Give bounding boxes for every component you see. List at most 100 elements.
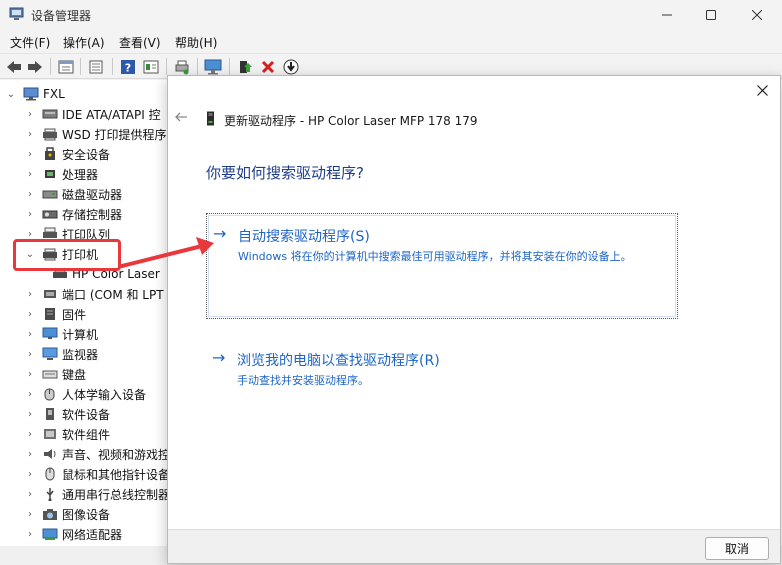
- tree-item-label: 处理器: [62, 167, 99, 182]
- cancel-button[interactable]: 取消: [705, 537, 769, 560]
- chevron-right-icon[interactable]: ›: [24, 469, 36, 480]
- tree-item[interactable]: › 键盘: [24, 364, 86, 384]
- update-driver-button[interactable]: [235, 57, 255, 76]
- processor-icon: [45, 170, 55, 178]
- tree-item[interactable]: › 处理器: [24, 164, 98, 184]
- disable-button[interactable]: [281, 57, 301, 76]
- chevron-right-icon[interactable]: ›: [24, 489, 36, 500]
- help-button[interactable]: ?: [118, 57, 138, 76]
- back-button[interactable]: [4, 57, 24, 76]
- scan-hardware-button[interactable]: [172, 57, 192, 76]
- tree-item[interactable]: › 计算机: [24, 324, 98, 344]
- tree-item[interactable]: › WSD 打印提供程序: [24, 124, 167, 144]
- uninstall-icon: [261, 60, 275, 73]
- chevron-right-icon[interactable]: ›: [24, 189, 36, 200]
- maximize-button[interactable]: [688, 0, 734, 30]
- menu-view[interactable]: 查看(V): [119, 34, 161, 51]
- svg-text:?: ?: [125, 61, 131, 74]
- firmware-icon: [45, 308, 55, 320]
- monitor-icon: [42, 347, 58, 360]
- tree-item[interactable]: › 声音、视频和游戏控: [24, 444, 170, 464]
- back-arrow-icon: [175, 112, 187, 122]
- computer-root-icon: [23, 87, 39, 101]
- title-bar: 设备管理器: [0, 0, 782, 30]
- tree-item[interactable]: › 软件设备: [24, 404, 110, 424]
- dialog-back-button[interactable]: [174, 110, 190, 126]
- minimize-button[interactable]: [644, 0, 690, 30]
- browse-description: 手动查找并安装驱动程序。: [237, 374, 369, 387]
- usb-icon: [46, 488, 54, 501]
- tree-item[interactable]: › 人体学输入设备: [24, 384, 146, 404]
- tree-item[interactable]: › 存储控制器: [24, 204, 122, 224]
- network-adapter-icon: [42, 528, 58, 540]
- tree-item-label: 图像设备: [62, 507, 111, 522]
- chevron-down-icon[interactable]: ⌄: [5, 89, 17, 100]
- menu-help[interactable]: 帮助(H): [175, 34, 217, 51]
- hid-icon: [44, 388, 55, 401]
- camera-icon: [43, 509, 57, 520]
- tree-item[interactable]: › 端口 (COM 和 LPT: [24, 284, 164, 304]
- security-device-icon: [45, 147, 55, 160]
- wsd-printer-icon: [43, 128, 57, 141]
- chevron-right-icon[interactable]: ›: [24, 349, 36, 360]
- close-button[interactable]: [734, 0, 780, 30]
- tree-item-label: 计算机: [62, 327, 99, 342]
- chevron-right-icon[interactable]: ›: [24, 129, 36, 140]
- tree-item-label: WSD 打印提供程序: [62, 127, 167, 142]
- tree-item[interactable]: › IDE ATA/ATAPI 控: [24, 104, 161, 124]
- chevron-right-icon[interactable]: ›: [24, 509, 36, 520]
- maximize-icon: [706, 10, 716, 20]
- chevron-right-icon[interactable]: ›: [24, 409, 36, 420]
- details-button[interactable]: [141, 57, 161, 76]
- chevron-right-icon[interactable]: ›: [24, 209, 36, 220]
- chevron-right-icon[interactable]: ›: [24, 389, 36, 400]
- auto-search-option[interactable]: → 自动搜索驱动程序(S) Windows 将在你的计算机中搜索最佳可用驱动程序…: [206, 213, 678, 319]
- arrow-right-icon: →: [212, 348, 226, 367]
- tree-item[interactable]: › 图像设备: [24, 504, 110, 524]
- tree-item[interactable]: › 固件: [24, 304, 86, 324]
- chevron-right-icon[interactable]: ›: [24, 369, 36, 380]
- browse-title: 浏览我的电脑以查找驱动程序(R): [237, 353, 440, 369]
- chevron-right-icon[interactable]: ›: [24, 449, 36, 460]
- dialog-close-button[interactable]: [754, 82, 770, 98]
- tree-item-label: 键盘: [62, 367, 87, 382]
- tree-root[interactable]: ⌄ FXL: [5, 84, 65, 104]
- forward-button[interactable]: [25, 57, 45, 76]
- tree-item[interactable]: › 安全设备: [24, 144, 110, 164]
- chevron-right-icon[interactable]: ›: [24, 329, 36, 340]
- menu-action[interactable]: 操作(A): [63, 34, 105, 51]
- chevron-right-icon[interactable]: ›: [24, 229, 36, 240]
- tree-item-label: IDE ATA/ATAPI 控: [62, 107, 161, 122]
- tree-item[interactable]: › 软件组件: [24, 424, 110, 444]
- disable-icon: [283, 59, 299, 74]
- details-icon: [143, 60, 159, 73]
- tree-item[interactable]: › 通用串行总线控制器: [24, 484, 170, 504]
- chevron-right-icon[interactable]: ›: [24, 109, 36, 120]
- tree-item-label: 软件组件: [62, 427, 111, 442]
- printer-highlight-annotation: [13, 239, 121, 271]
- tree-item[interactable]: › 鼠标和其他指针设备: [24, 464, 170, 484]
- device-icon: [207, 111, 214, 126]
- tree-root-label: FXL: [43, 87, 65, 101]
- device-manager-icon: [9, 7, 24, 20]
- tree-item[interactable]: › 网络适配器: [24, 524, 122, 544]
- chevron-right-icon[interactable]: ›: [24, 169, 36, 180]
- tree-item-label: 监视器: [62, 347, 99, 362]
- tree-item[interactable]: › 监视器: [24, 344, 98, 364]
- view-button[interactable]: [86, 57, 106, 76]
- browse-option[interactable]: → 浏览我的电脑以查找驱动程序(R) 手动查找并安装驱动程序。: [206, 338, 678, 387]
- chevron-right-icon[interactable]: ›: [24, 529, 36, 540]
- chevron-right-icon[interactable]: ›: [24, 149, 36, 160]
- tree-item[interactable]: › 磁盘驱动器: [24, 184, 122, 204]
- tree-item-label: 声音、视频和游戏控: [62, 447, 171, 462]
- tree-item-label: 固件: [62, 307, 87, 322]
- menu-file[interactable]: 文件(F): [10, 34, 50, 51]
- help-icon: ?: [121, 59, 135, 74]
- chevron-right-icon[interactable]: ›: [24, 289, 36, 300]
- monitor-button[interactable]: [203, 57, 223, 76]
- uninstall-button[interactable]: [258, 57, 278, 76]
- dialog-footer: 取消: [168, 529, 780, 563]
- chevron-right-icon[interactable]: ›: [24, 429, 36, 440]
- chevron-right-icon[interactable]: ›: [24, 309, 36, 320]
- properties-button[interactable]: [56, 57, 76, 76]
